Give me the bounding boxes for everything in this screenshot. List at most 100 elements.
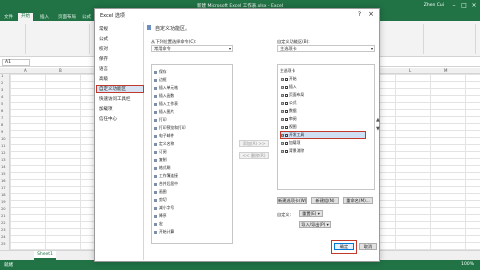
checkbox-checked[interactable]: ✓ [285,149,289,153]
expand-icon[interactable]: + [281,85,284,89]
minimize-icon[interactable]: – [450,2,458,10]
checkbox-checked[interactable]: ✓ [285,117,289,121]
list-item[interactable]: 边框 [154,77,167,83]
expand-icon[interactable]: + [281,109,284,113]
row-header[interactable]: 18 [1,193,6,197]
nav-item-proofing[interactable]: 校对 [99,46,108,52]
row-header[interactable]: 20 [1,207,6,211]
commands-list[interactable]: 保存 边框 插入单元格 插入函数 插入工作表 插入图片 打印 打印预览和打印 电… [151,64,233,244]
move-down-icon[interactable]: ▼ [376,126,380,132]
list-item[interactable]: 电子邮件 [154,133,174,139]
nav-item-general[interactable]: 常规 [99,26,108,32]
expand-icon[interactable]: + [281,77,284,81]
nav-item-add-ins[interactable]: 加载项 [99,106,113,112]
list-item[interactable]: 画图 [154,189,167,195]
row-header[interactable]: 6 [1,109,3,113]
clipboard-group[interactable] [2,24,26,54]
tree-item[interactable]: + ✓开始 [281,76,297,82]
row-header[interactable]: 1 [1,74,3,78]
column-header[interactable]: M [444,68,447,73]
list-item[interactable]: 插入工作表 [154,101,178,107]
row-header[interactable]: 21 [1,214,6,218]
row-header[interactable]: 5 [1,102,3,106]
editing-group[interactable] [426,24,476,54]
row-header[interactable]: 23 [1,228,6,232]
list-item[interactable]: 插入函数 [154,93,174,99]
tab-insert[interactable]: 插入 [40,14,49,20]
list-item[interactable]: 工作簿连接 [154,173,178,179]
expand-icon[interactable]: + [281,93,284,97]
tree-item[interactable]: + ✓页面布局 [281,92,304,98]
row-header[interactable]: 3 [1,88,3,92]
list-item[interactable]: 订阅 [154,149,167,155]
list-item[interactable]: 减小字号 [154,205,174,211]
row-header[interactable]: 7 [1,116,3,120]
expand-icon[interactable]: + [281,117,284,121]
close-icon[interactable]: × [368,10,374,18]
choose-commands-dropdown[interactable]: 常用命令 ▾ [151,45,233,52]
row-header[interactable]: 13 [1,158,6,162]
row-header[interactable]: 10 [1,137,6,141]
row-header[interactable]: 19 [1,200,6,204]
row-header[interactable]: 25 [1,242,6,246]
row-header[interactable]: 2 [1,81,3,85]
list-item[interactable]: 宏 [154,221,163,227]
expand-icon[interactable]: + [281,141,284,145]
column-header[interactable]: A [24,68,27,73]
list-item[interactable]: 打印预览和打印 [154,125,186,131]
sheet-tab[interactable]: Sheet1 [34,251,56,260]
tree-item[interactable]: + ✓视图 [281,124,297,130]
nav-item-quick-access-toolbar[interactable]: 快速访问工具栏 [99,96,131,102]
nav-item-advanced[interactable]: 高级 [99,76,108,82]
maximize-icon[interactable]: □ [460,2,468,10]
expand-icon[interactable]: + [281,125,284,129]
tree-item[interactable]: + ✓审阅 [281,116,297,122]
column-header[interactable]: B [59,68,62,73]
remove-button[interactable]: << 删除(R) [239,152,269,159]
cancel-button[interactable]: 取消 [359,243,377,250]
zoom-level[interactable]: 100% [461,262,474,267]
row-header[interactable]: 16 [1,179,6,183]
new-group-button[interactable]: 新建组(N) [311,197,339,204]
list-item[interactable]: 剪切 [154,197,167,203]
tree-item[interactable]: + ✓加载项 [281,140,300,146]
checkbox-checked[interactable]: ✓ [285,85,289,89]
expand-icon[interactable]: + [281,101,284,105]
tree-item[interactable]: + ✓公式 [281,100,297,106]
help-icon[interactable]: ? [358,11,361,18]
row-header[interactable]: 14 [1,165,6,169]
row-header[interactable]: 8 [1,123,3,127]
list-item[interactable]: 插入图片 [154,109,174,115]
nav-item-trust-center[interactable]: 信任中心 [99,116,117,122]
row-header[interactable]: 22 [1,221,6,225]
row-header[interactable]: 11 [1,144,6,148]
checkbox-checked[interactable]: ✓ [285,125,289,129]
row-header[interactable]: 12 [1,151,6,155]
tab-formulas[interactable]: 公式 [82,14,91,20]
move-up-icon[interactable]: ▲ [376,117,380,123]
expand-icon[interactable]: + [281,133,284,137]
new-tab-button[interactable]: 新建选项卡(W) [277,197,307,204]
nav-item-customize-ribbon[interactable]: 自定义功能区 [96,85,144,93]
checkbox-checked[interactable]: ✓ [285,77,289,81]
row-header[interactable]: 24 [1,235,6,239]
tree-item[interactable]: + ✓插入 [281,84,297,90]
list-item[interactable]: 打印 [154,117,167,123]
close-window-icon[interactable]: × [470,2,478,10]
reset-button[interactable]: 重置(E) ▾ [299,210,323,217]
list-item[interactable]: 定义名称 [154,141,174,147]
column-header[interactable]: L [409,68,411,73]
row-header[interactable]: 4 [1,95,3,99]
expand-icon[interactable]: + [281,149,284,153]
list-item[interactable]: 合并后居中 [154,181,178,187]
tree-item[interactable]: + ✓背景消除 [281,148,304,154]
checkbox-checked[interactable]: ✓ [285,101,289,105]
tab-page-layout[interactable]: 页面布局 [58,14,76,20]
rename-button[interactable]: 重命名(M)... [343,197,373,204]
checkbox-checked[interactable]: ✓ [285,93,289,97]
checkbox-checked[interactable]: ✓ [285,133,289,137]
row-header[interactable]: 17 [1,186,6,190]
ok-button[interactable]: 确定 [334,243,354,250]
tab-home[interactable]: 开始 [18,13,33,21]
list-item[interactable]: 复制 [154,157,167,163]
